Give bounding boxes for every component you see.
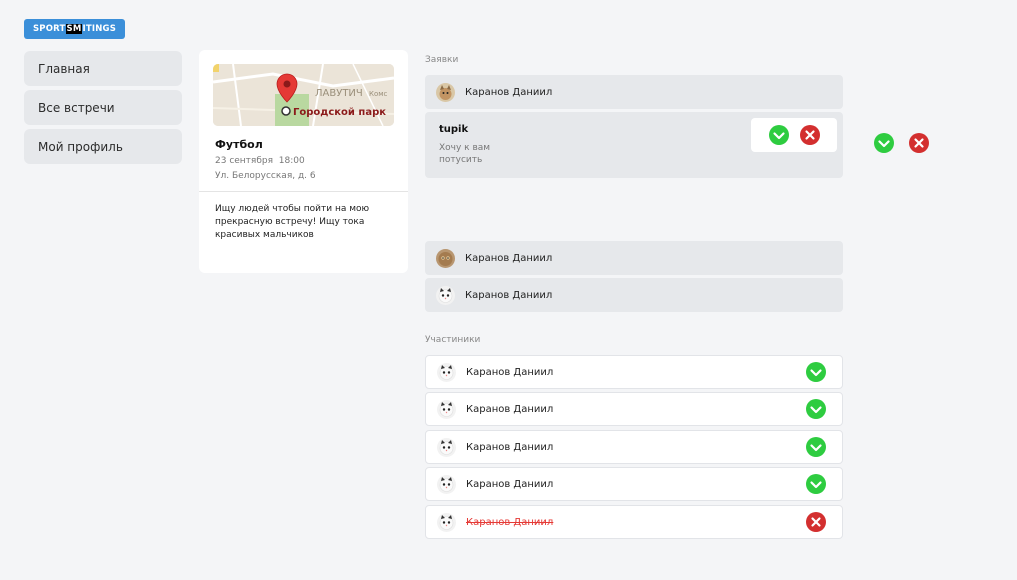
accept-icon[interactable]: [768, 125, 789, 145]
cat-face-avatar: [437, 512, 456, 532]
map-side-label: Комс: [369, 90, 388, 98]
request-row[interactable]: Каранов Даниил: [425, 75, 843, 109]
event-title: Футбол: [215, 138, 263, 151]
request-name: Каранов Даниил: [465, 252, 553, 264]
request-row[interactable]: Каранов Даниил: [425, 278, 843, 312]
reject-icon[interactable]: [909, 133, 929, 153]
request-username: tupik: [439, 124, 469, 135]
cat-face-avatar: [437, 399, 456, 419]
rejected-icon[interactable]: [806, 512, 826, 532]
participant-row[interactable]: Каранов Даниил: [425, 505, 843, 539]
nav-item-my-profile[interactable]: Мой профиль: [24, 129, 182, 164]
event-date: 23 сентября: [215, 156, 274, 166]
participants-heading: Участиники: [425, 335, 481, 345]
accepted-icon[interactable]: [806, 362, 826, 382]
cat-avatar: [436, 248, 455, 268]
event-datetime: 23 сентября 18:00: [215, 156, 305, 166]
request-name: Каранов Даниил: [465, 86, 553, 98]
cat-face-avatar: [437, 437, 456, 457]
requests-heading: Заявки: [425, 55, 459, 65]
map-park-label: Городской парк: [293, 107, 386, 118]
accepted-icon[interactable]: [806, 437, 826, 457]
event-time: 18:00: [278, 156, 305, 166]
sidebar-nav: Главная Все встречи Мой профиль: [24, 51, 182, 168]
request-message: Хочу к вам потусить: [439, 143, 491, 165]
participant-row[interactable]: Каранов Даниил: [425, 430, 843, 464]
nav-item-home[interactable]: Главная: [24, 51, 182, 86]
participant-row[interactable]: Каранов Даниил: [425, 467, 843, 501]
participant-name: Каранов Даниил: [466, 403, 554, 415]
participant-name: Каранов Даниил: [466, 441, 554, 453]
event-map[interactable]: ЛАВУТИЧ Комс Городской парк: [213, 64, 394, 126]
participant-name: Каранов Даниил: [466, 366, 554, 378]
cat-avatar: [436, 82, 455, 102]
request-row[interactable]: Каранов Даниил: [425, 241, 843, 275]
accepted-icon[interactable]: [806, 399, 826, 419]
detached-actions: [874, 133, 929, 153]
accepted-icon[interactable]: [806, 474, 826, 494]
event-description: Ищу людей чтобы пойти на мою прекрасную …: [215, 204, 370, 240]
participant-name-removed: Каранов Даниил: [466, 516, 554, 528]
nav-item-label: Главная: [38, 61, 90, 76]
nav-item-all-meetings[interactable]: Все встречи: [24, 90, 182, 125]
logo-text-sm: SM: [65, 24, 83, 34]
logo[interactable]: SPORT SM ITINGS: [24, 19, 125, 39]
event-address: Ул. Белорусская, д. 6: [215, 171, 316, 181]
map-district-label: ЛАВУТИЧ: [315, 88, 363, 99]
cat-face-avatar: [436, 285, 455, 305]
reject-icon[interactable]: [799, 125, 820, 145]
nav-item-label: Мой профиль: [38, 139, 123, 154]
participant-name: Каранов Даниил: [466, 478, 554, 490]
logo-text-itings: ITINGS: [82, 24, 117, 34]
request-name: Каранов Даниил: [465, 289, 553, 301]
cat-face-avatar: [437, 474, 456, 494]
request-actions: [751, 118, 837, 152]
card-divider: [199, 191, 408, 192]
request-row-expanded[interactable]: tupik Хочу к вам потусить: [425, 112, 843, 178]
nav-item-label: Все встречи: [38, 100, 115, 115]
participant-row[interactable]: Каранов Даниил: [425, 392, 843, 426]
event-card: ЛАВУТИЧ Комс Городской парк Футбол 23 се…: [199, 50, 408, 273]
logo-text-sport: SPORT: [32, 24, 66, 34]
accept-icon[interactable]: [874, 133, 894, 153]
participant-row[interactable]: Каранов Даниил: [425, 355, 843, 389]
cat-face-avatar: [437, 362, 456, 382]
